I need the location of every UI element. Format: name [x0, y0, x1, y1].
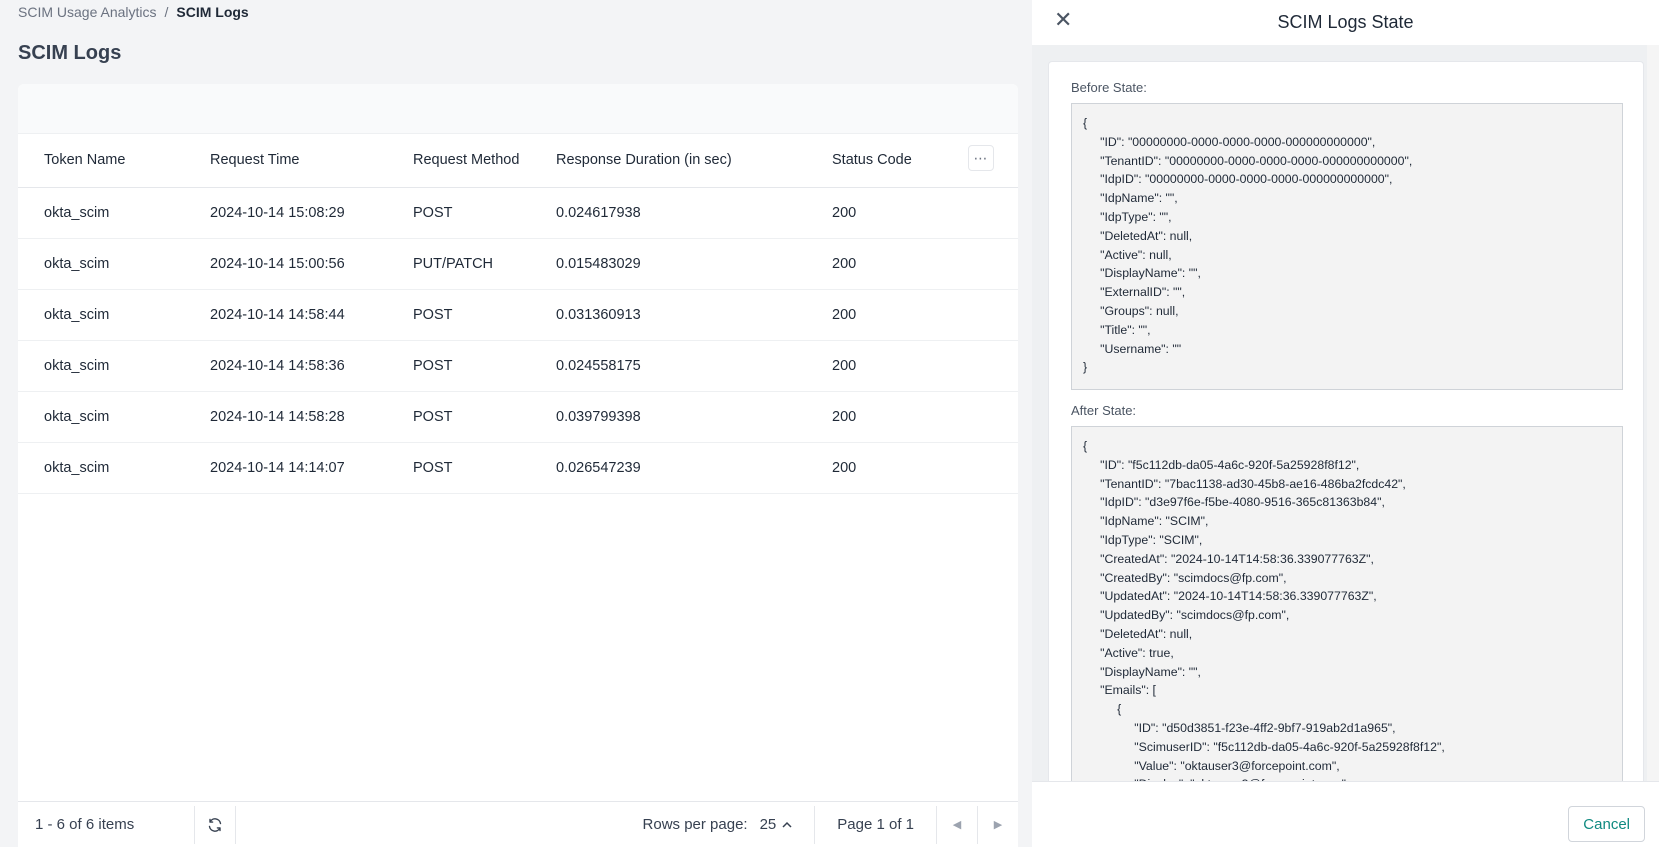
refresh-icon: [208, 817, 222, 832]
column-options-button[interactable]: ⋯: [968, 145, 994, 171]
before-state-label: Before State:: [1071, 80, 1147, 95]
table-row[interactable]: okta_scim 2024-10-14 14:58:28 POST 0.039…: [18, 391, 1018, 443]
column-header-request-method[interactable]: Request Method: [413, 134, 556, 188]
state-side-panel: ✕ SCIM Logs State Before State: { "ID": …: [1032, 0, 1659, 847]
cell-status-code: 200: [832, 391, 1018, 443]
table-row[interactable]: okta_scim 2024-10-14 14:14:07 POST 0.026…: [18, 442, 1018, 494]
cell-response-duration: 0.015483029: [556, 238, 832, 290]
chevron-up-icon: [782, 821, 792, 828]
cell-request-method: POST: [413, 187, 556, 239]
cell-request-method: POST: [413, 289, 556, 341]
table-row[interactable]: okta_scim 2024-10-14 15:08:29 POST 0.024…: [18, 187, 1018, 239]
cell-token-name: okta_scim: [18, 340, 210, 392]
main-area: SCIM Usage Analytics / SCIM Logs SCIM Lo…: [0, 0, 1032, 847]
logs-table: Token Name Request Time Request Method R…: [18, 134, 1018, 494]
breadcrumb: SCIM Usage Analytics / SCIM Logs: [18, 4, 249, 20]
column-header-response-duration[interactable]: Response Duration (in sec): [556, 134, 832, 188]
before-state-json: { "ID": "00000000-0000-0000-0000-0000000…: [1071, 103, 1623, 390]
cell-token-name: okta_scim: [18, 187, 210, 239]
column-header-token-name[interactable]: Token Name: [18, 134, 210, 188]
cell-token-name: okta_scim: [18, 238, 210, 290]
table-row[interactable]: okta_scim 2024-10-14 14:58:44 POST 0.031…: [18, 289, 1018, 341]
cell-response-duration: 0.031360913: [556, 289, 832, 341]
page-info: Page 1 of 1: [837, 816, 914, 833]
breadcrumb-separator: /: [164, 4, 169, 20]
table-header-row: Token Name Request Time Request Method R…: [18, 134, 1018, 188]
cell-status-code: 200: [832, 289, 1018, 341]
panel-title: SCIM Logs State: [1277, 12, 1414, 32]
after-state-label: After State:: [1071, 403, 1137, 418]
cell-request-time: 2024-10-14 14:58:36: [210, 340, 413, 392]
rows-per-page: Rows per page: 25: [643, 816, 815, 833]
previous-page-button[interactable]: ◀: [937, 818, 977, 831]
caret-right-icon: ▶: [993, 819, 1003, 831]
table-row[interactable]: okta_scim 2024-10-14 15:00:56 PUT/PATCH …: [18, 238, 1018, 290]
cell-request-time: 2024-10-14 14:14:07: [210, 442, 413, 494]
page-title: SCIM Logs: [18, 42, 122, 64]
cell-status-code: 200: [832, 187, 1018, 239]
cell-token-name: okta_scim: [18, 289, 210, 341]
footer-divider: [235, 805, 236, 844]
next-page-button[interactable]: ▶: [978, 818, 1018, 831]
cell-request-method: POST: [413, 442, 556, 494]
cell-request-method: POST: [413, 391, 556, 443]
cell-response-duration: 0.039799398: [556, 391, 832, 443]
close-icon[interactable]: ✕: [1054, 9, 1072, 31]
cell-status-code: 200: [832, 238, 1018, 290]
cell-status-code: 200: [832, 340, 1018, 392]
panel-footer: Cancel: [1032, 781, 1659, 847]
breadcrumb-current: SCIM Logs: [176, 4, 249, 20]
table-row[interactable]: okta_scim 2024-10-14 14:58:36 POST 0.024…: [18, 340, 1018, 392]
rows-per-page-value: 25: [759, 816, 777, 833]
breadcrumb-link-scim-usage-analytics[interactable]: SCIM Usage Analytics: [18, 4, 157, 20]
items-count: 1 - 6 of 6 items: [35, 816, 135, 833]
state-content: Before State: { "ID": "00000000-0000-000…: [1048, 61, 1644, 781]
panel-header: ✕ SCIM Logs State: [1032, 0, 1659, 45]
panel-scrollbar[interactable]: [1647, 45, 1659, 781]
pagination-footer: 1 - 6 of 6 items Rows per page: 25 Page …: [18, 801, 1018, 847]
logs-table-card: ⋯ Token Name Request Time Request Method…: [18, 84, 1018, 847]
caret-left-icon: ◀: [952, 819, 962, 831]
cell-request-time: 2024-10-14 15:00:56: [210, 238, 413, 290]
cell-request-time: 2024-10-14 14:58:28: [210, 391, 413, 443]
ellipsis-icon: ⋯: [973, 149, 989, 166]
cancel-button[interactable]: Cancel: [1568, 806, 1645, 842]
rows-per-page-label: Rows per page:: [642, 816, 748, 833]
cell-request-method: POST: [413, 340, 556, 392]
cell-response-duration: 0.026547239: [556, 442, 832, 494]
cell-response-duration: 0.024617938: [556, 187, 832, 239]
cell-token-name: okta_scim: [18, 442, 210, 494]
cell-request-method: PUT/PATCH: [413, 238, 556, 290]
rows-per-page-select[interactable]: 25: [760, 816, 793, 833]
column-header-request-time[interactable]: Request Time: [210, 134, 413, 188]
after-state-json: { "ID": "f5c112db-da05-4a6c-920f-5a25928…: [1071, 426, 1623, 781]
cell-status-code: 200: [832, 442, 1018, 494]
cell-request-time: 2024-10-14 15:08:29: [210, 187, 413, 239]
cell-request-time: 2024-10-14 14:58:44: [210, 289, 413, 341]
cell-response-duration: 0.024558175: [556, 340, 832, 392]
refresh-button[interactable]: [195, 817, 235, 833]
cell-token-name: okta_scim: [18, 391, 210, 443]
table-toolbar: [18, 84, 1018, 134]
